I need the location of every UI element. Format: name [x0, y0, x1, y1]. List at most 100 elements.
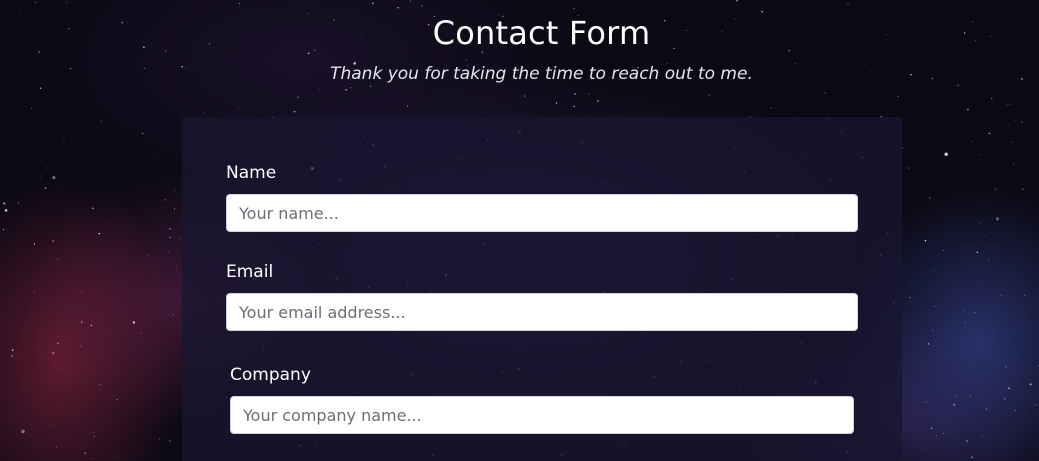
star — [967, 108, 969, 111]
star — [847, 3, 849, 5]
star — [174, 189, 176, 191]
star — [31, 108, 32, 109]
star — [21, 429, 25, 434]
star — [397, 7, 399, 9]
star — [953, 403, 956, 406]
page-subtitle: Thank you for taking the time to reach o… — [330, 64, 753, 84]
star — [971, 140, 973, 142]
star — [1008, 387, 1010, 390]
star — [978, 153, 980, 156]
star — [410, 0, 411, 2]
star — [555, 102, 558, 104]
star — [988, 132, 991, 135]
star — [929, 197, 931, 199]
star — [158, 438, 161, 440]
star — [1004, 398, 1006, 400]
star — [230, 10, 231, 12]
star — [980, 222, 981, 224]
star — [925, 401, 927, 403]
star — [1007, 104, 1009, 106]
star — [66, 1, 68, 4]
name-input[interactable] — [226, 194, 858, 232]
star — [964, 309, 966, 311]
star — [169, 440, 171, 442]
star — [90, 324, 92, 327]
star — [169, 237, 171, 239]
star — [976, 251, 979, 254]
star — [944, 152, 948, 156]
star — [936, 435, 938, 436]
star — [573, 105, 575, 108]
star — [1000, 294, 1002, 296]
star — [1022, 188, 1024, 190]
star — [81, 163, 83, 164]
star — [932, 329, 934, 331]
star — [140, 332, 142, 334]
star — [930, 427, 933, 430]
star — [35, 2, 36, 4]
star — [52, 352, 54, 354]
star — [91, 458, 93, 460]
star — [53, 425, 54, 427]
star — [154, 155, 156, 157]
star — [3, 233, 5, 235]
star — [574, 93, 576, 95]
star — [46, 167, 48, 169]
star — [102, 323, 104, 325]
star — [736, 0, 738, 2]
star — [1010, 103, 1012, 105]
star — [596, 99, 600, 103]
star — [169, 228, 171, 230]
star — [63, 140, 65, 142]
star — [995, 188, 997, 190]
star — [932, 270, 934, 271]
star — [11, 355, 13, 357]
star — [974, 311, 976, 314]
star — [44, 187, 47, 189]
star — [897, 95, 899, 97]
email-input[interactable] — [226, 293, 858, 331]
page-title: Contact Form — [432, 14, 651, 52]
star — [172, 313, 175, 316]
star — [239, 3, 241, 5]
star — [934, 305, 936, 307]
star — [203, 112, 205, 114]
star — [1035, 404, 1037, 406]
star — [141, 132, 144, 135]
star — [372, 2, 374, 4]
company-input[interactable] — [230, 396, 854, 434]
star — [79, 345, 82, 348]
star — [52, 175, 56, 180]
star — [1005, 366, 1007, 368]
star — [1015, 119, 1017, 121]
star — [81, 321, 83, 323]
star — [943, 432, 945, 435]
star — [84, 452, 86, 454]
star — [179, 237, 180, 239]
star — [108, 168, 110, 170]
star — [237, 107, 239, 109]
star — [956, 395, 958, 397]
star — [1016, 151, 1018, 153]
star — [985, 408, 987, 410]
star — [318, 89, 320, 91]
star — [2, 229, 4, 231]
star — [966, 440, 968, 442]
star — [92, 207, 94, 210]
star — [1024, 294, 1026, 296]
star — [293, 110, 296, 113]
star — [350, 87, 352, 89]
star — [297, 96, 299, 98]
star — [99, 383, 102, 386]
star — [164, 199, 166, 201]
star — [114, 457, 115, 459]
star — [981, 434, 983, 437]
star — [57, 342, 59, 345]
star — [708, 94, 710, 97]
star — [969, 395, 971, 397]
star — [11, 349, 14, 351]
star — [902, 335, 904, 337]
star — [1029, 383, 1032, 386]
star — [588, 93, 590, 95]
star — [81, 291, 83, 293]
